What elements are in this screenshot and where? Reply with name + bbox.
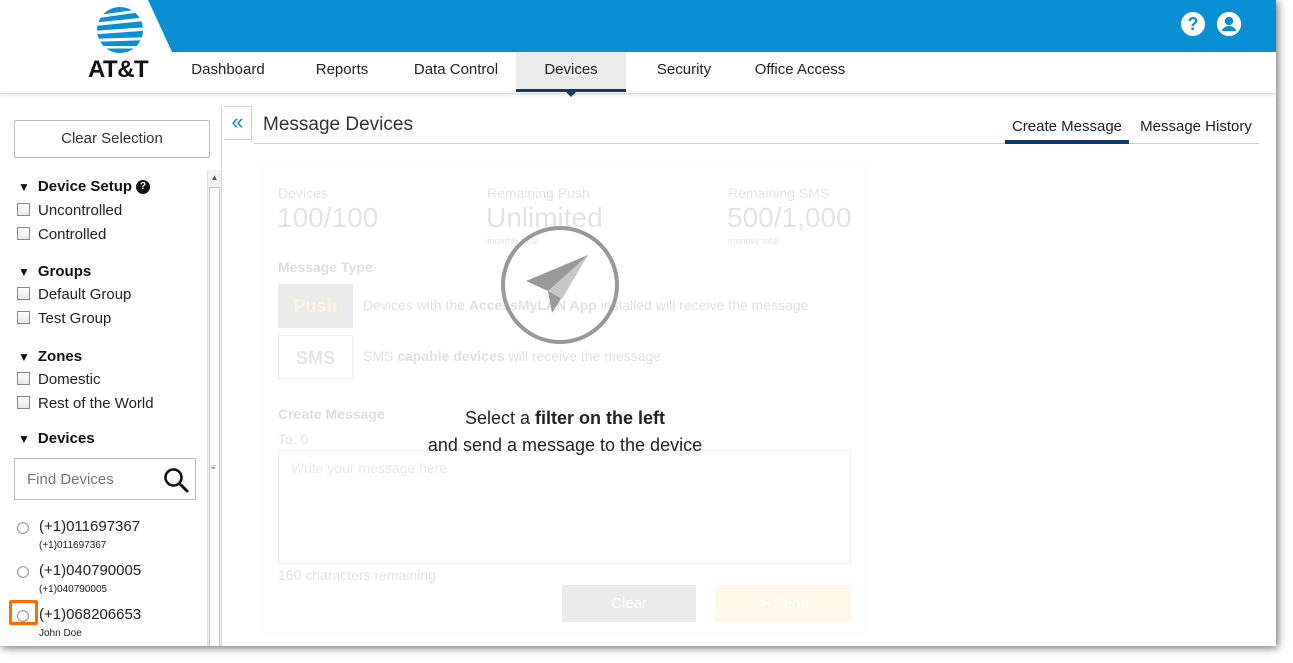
- message-textarea[interactable]: Write your message here: [278, 450, 851, 564]
- nav-security[interactable]: Security: [646, 52, 722, 92]
- nav-devices-label: Devices: [544, 61, 598, 78]
- filter-domestic[interactable]: Domestic: [17, 371, 101, 388]
- nav-devices[interactable]: Devices: [516, 52, 626, 97]
- filter-label: Default Group: [38, 286, 132, 303]
- radio-button[interactable]: [17, 610, 29, 622]
- device-number: (+1)068206653: [39, 606, 142, 623]
- filter-rest-of-world[interactable]: Rest of the World: [17, 395, 154, 412]
- push-type-button[interactable]: Push: [278, 284, 353, 328]
- filter-test-group[interactable]: Test Group: [17, 310, 111, 327]
- header-band: [148, 0, 1276, 52]
- send-label: Send: [773, 595, 809, 612]
- device-search-input[interactable]: [15, 459, 155, 499]
- user-glyph-icon: [1217, 12, 1241, 36]
- filter-default-group[interactable]: Default Group: [17, 286, 131, 303]
- collapse-triangle-icon: ▼: [18, 265, 30, 279]
- checkbox[interactable]: [17, 227, 30, 240]
- device-subtitle: (+1)040790005: [39, 584, 108, 595]
- help-icon[interactable]: ?: [136, 180, 151, 195]
- nav-reports[interactable]: Reports: [302, 52, 382, 92]
- search-icon[interactable]: [163, 467, 189, 493]
- zones-title: Zones: [37, 348, 83, 365]
- sidebar-scrollbar[interactable]: ▲ ≡: [207, 170, 221, 646]
- empty-state-message: Select a filter on the left and send a m…: [395, 405, 735, 459]
- app-window: AT&T ? Dashboard Reports Data Control De…: [0, 0, 1276, 646]
- collapse-triangle-icon: ▼: [18, 180, 30, 194]
- chars-remaining: 160 characters remaining: [278, 567, 436, 583]
- main-nav: Dashboard Reports Data Control Devices S…: [0, 52, 1276, 97]
- user-icon[interactable]: [1217, 12, 1241, 36]
- device-setup-title: Device Setup: [37, 178, 133, 195]
- collapse-triangle-icon: ▼: [18, 432, 30, 446]
- filter-sidebar: Clear Selection ▲ ≡ ▼ Device Setup? Uncon…: [0, 106, 222, 646]
- device-number: (+1)011697367: [39, 518, 141, 535]
- clear-selection-button[interactable]: Clear Selection: [14, 120, 210, 158]
- checkbox[interactable]: [17, 203, 30, 216]
- create-message-label: Create Message: [278, 406, 385, 422]
- devices-stat-value: 100/100: [277, 202, 379, 233]
- devices-heading[interactable]: ▼ Devices: [18, 430, 95, 447]
- recipient-count: To: 0: [278, 431, 309, 447]
- groups-heading[interactable]: ▼ Groups: [18, 263, 91, 280]
- filter-label: Uncontrolled: [38, 202, 123, 219]
- tab-create-message[interactable]: Create Message: [1005, 118, 1129, 144]
- devices-title: Devices: [37, 430, 95, 447]
- checkbox[interactable]: [17, 372, 30, 385]
- scroll-thumb[interactable]: [209, 187, 220, 646]
- zones-heading[interactable]: ▼ Zones: [18, 348, 82, 365]
- tab-message-history[interactable]: Message History: [1138, 118, 1254, 144]
- empty-state-line2: and send a message to the device: [427, 435, 703, 455]
- sms-stat-value: 500/1,000: [727, 202, 852, 233]
- sms-type-button[interactable]: SMS: [278, 335, 353, 379]
- filter-controlled[interactable]: Controlled: [17, 226, 106, 243]
- page-title: Message Devices: [263, 114, 413, 135]
- device-number: (+1)040790005: [39, 562, 142, 579]
- device-subtitle: (+1)011697367: [39, 540, 107, 551]
- help-icon[interactable]: ?: [1181, 12, 1205, 36]
- filter-label: Domestic: [38, 371, 101, 388]
- send-button[interactable]: ➤ Send: [715, 585, 851, 622]
- device-setup-heading[interactable]: ▼ Device Setup?: [18, 178, 151, 195]
- filter-label: Rest of the World: [38, 395, 154, 412]
- radio-button[interactable]: [17, 522, 29, 534]
- sms-description: SMS capable devices will receive the mes…: [363, 348, 662, 364]
- collapse-sidebar-icon[interactable]: «: [224, 106, 252, 140]
- groups-title: Groups: [37, 263, 92, 280]
- nav-office-access[interactable]: Office Access: [748, 52, 852, 92]
- push-stat-label: Remaining Push: [487, 185, 590, 201]
- message-type-label: Message Type: [278, 259, 373, 275]
- device-search: [14, 458, 196, 500]
- radio-button[interactable]: [17, 566, 29, 578]
- sms-stat-sub: monthly total: [728, 236, 780, 246]
- sms-stat-label: Remaining SMS: [728, 185, 830, 201]
- filter-label: Controlled: [38, 226, 107, 243]
- paper-plane-icon: [501, 226, 619, 344]
- nav-data-control[interactable]: Data Control: [404, 52, 508, 92]
- collapse-triangle-icon: ▼: [18, 350, 30, 364]
- scroll-up-arrow-icon[interactable]: ▲: [208, 170, 221, 186]
- clear-button[interactable]: Clear: [562, 585, 696, 622]
- scroll-grip-icon: ≡: [211, 463, 216, 472]
- checkbox[interactable]: [17, 311, 30, 324]
- filter-label: Test Group: [38, 310, 112, 327]
- empty-state-line1: Select a filter on the left: [464, 408, 666, 428]
- filter-uncontrolled[interactable]: Uncontrolled: [17, 202, 122, 219]
- devices-stat-label: Devices: [278, 185, 328, 201]
- att-globe-logo: [97, 7, 143, 53]
- top-header: AT&T ?: [0, 0, 1276, 83]
- checkbox[interactable]: [17, 396, 30, 409]
- active-caret-icon: [565, 91, 577, 97]
- checkbox[interactable]: [17, 287, 30, 300]
- nav-dashboard[interactable]: Dashboard: [180, 52, 276, 92]
- device-subtitle: John Doe: [39, 628, 82, 639]
